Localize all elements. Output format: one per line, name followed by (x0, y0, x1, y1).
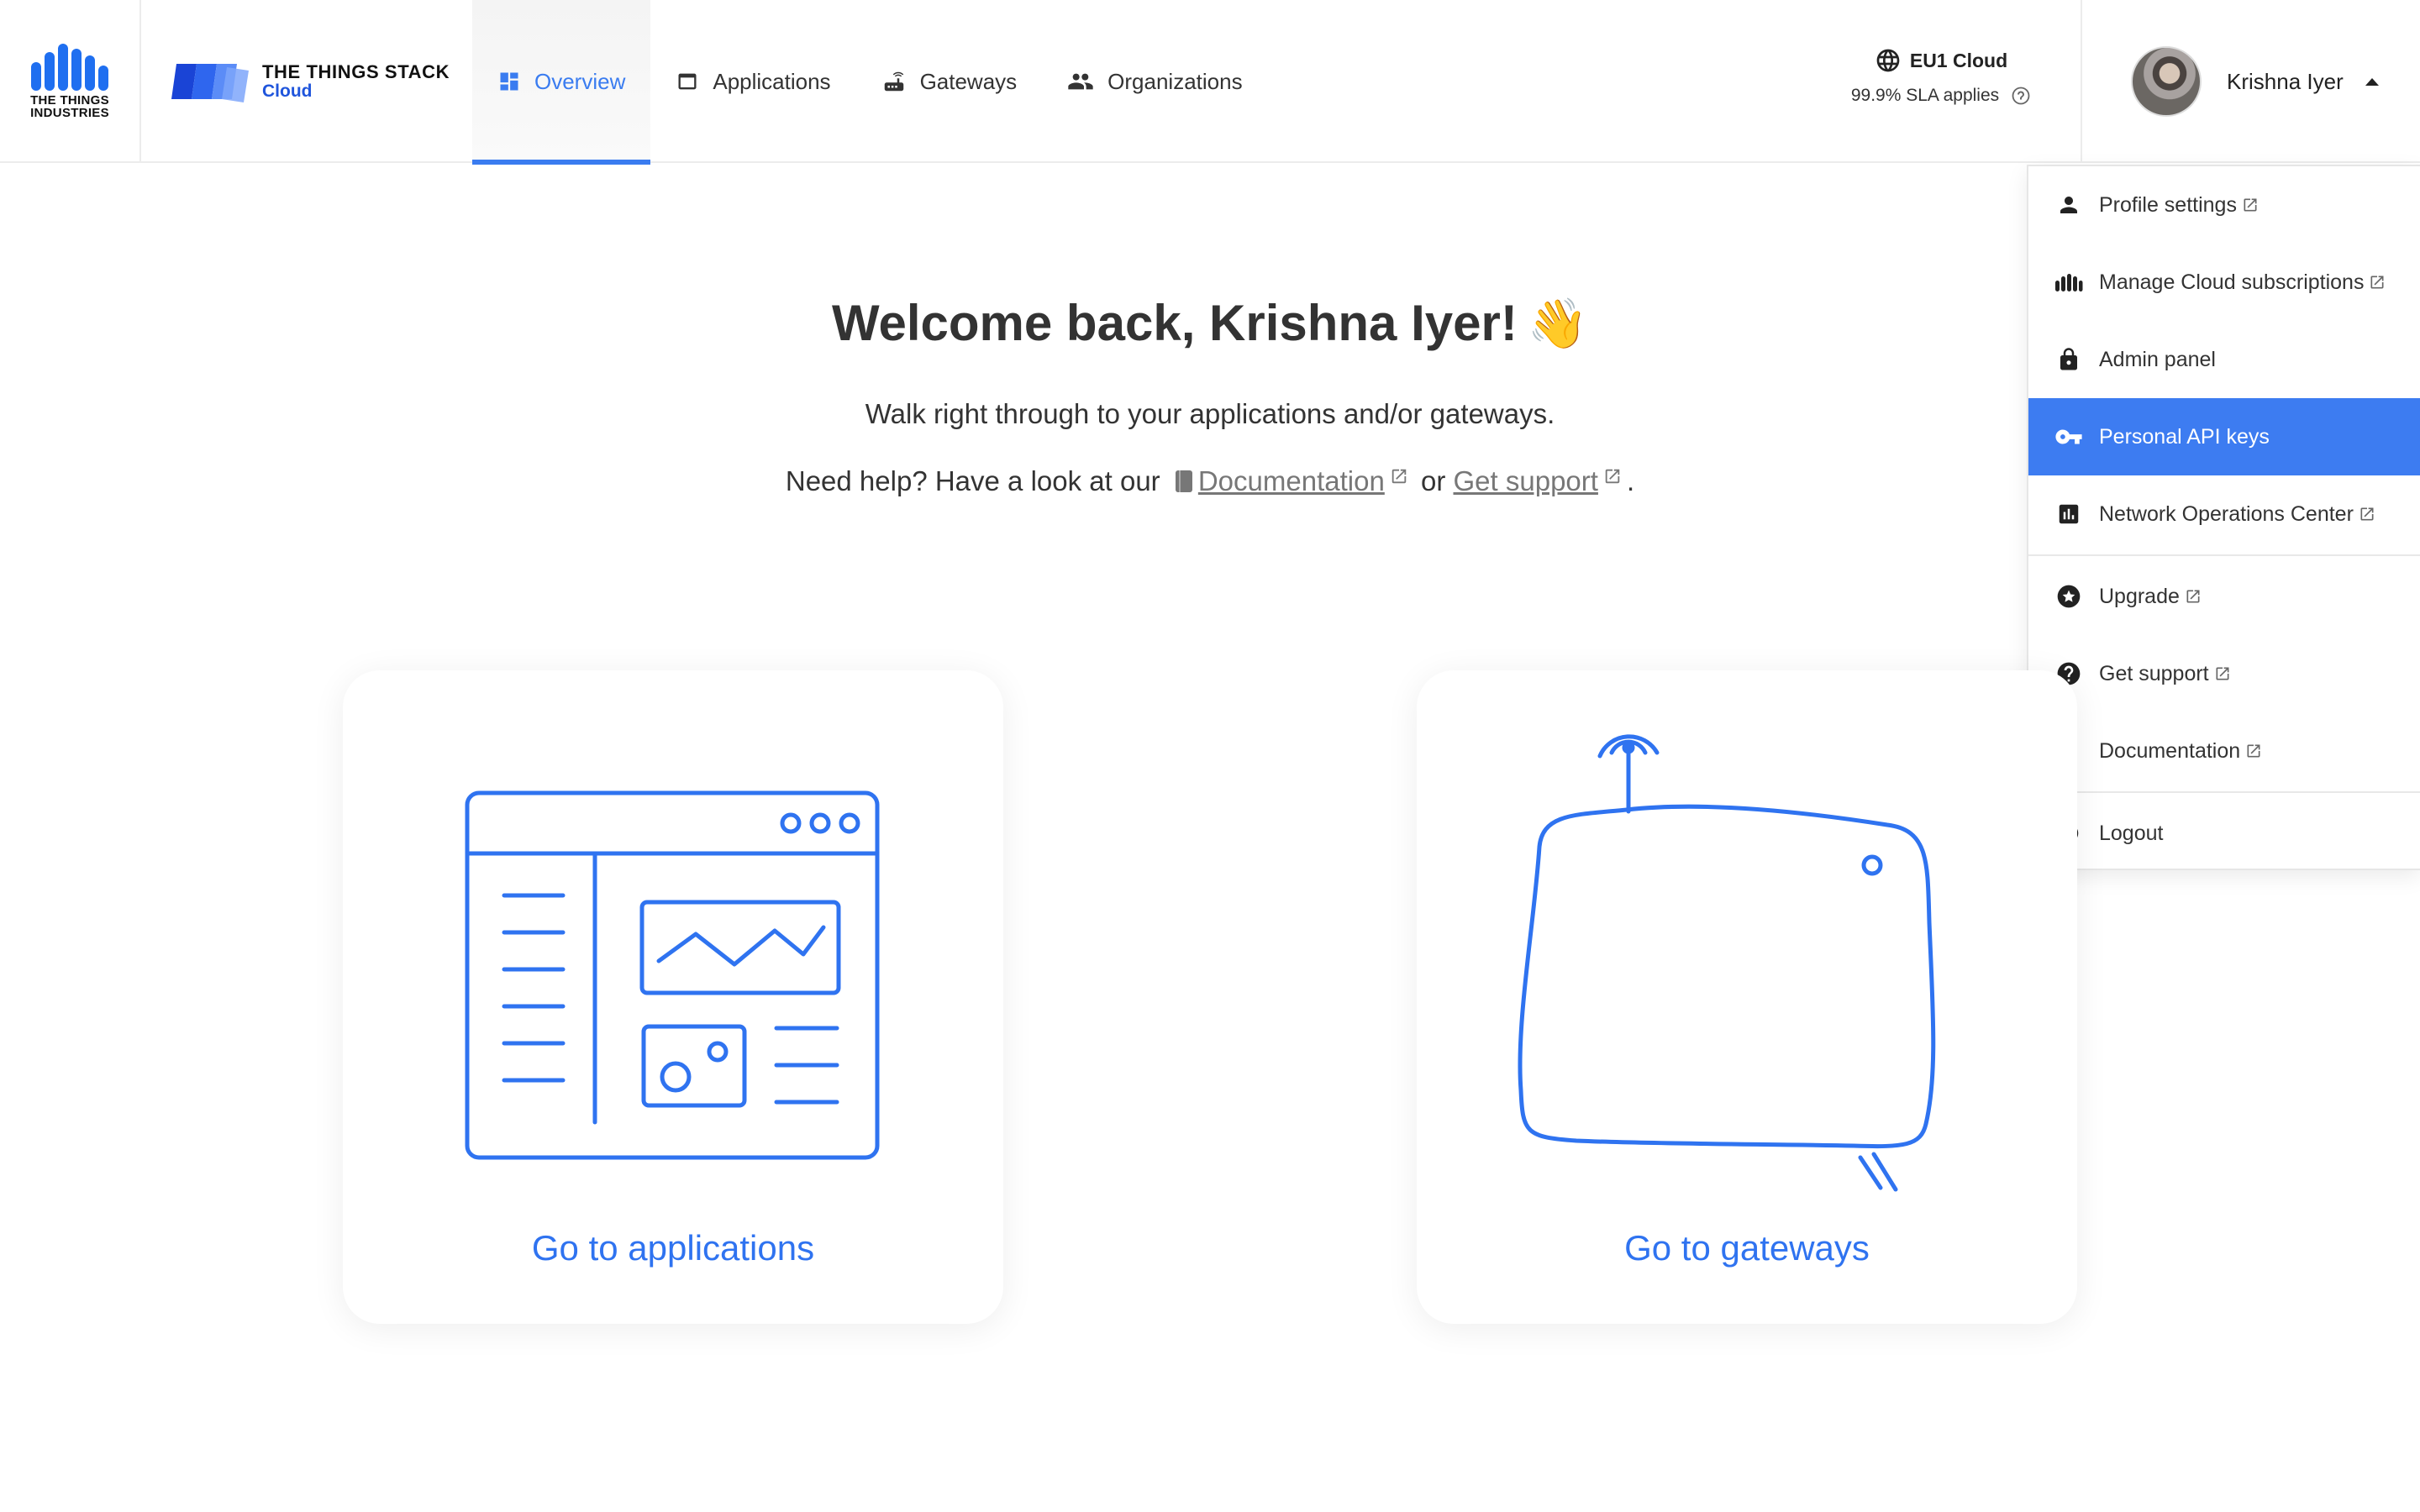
help-suffix: . (1626, 465, 1635, 496)
external-link-icon (2247, 744, 2260, 758)
stack-logo-icon (171, 64, 249, 102)
account-name: Krishna Iyer (2227, 68, 2344, 94)
chart-icon (2059, 504, 2079, 524)
person-icon (2060, 197, 2077, 213)
tti-logo-icon (31, 44, 108, 91)
menu-item-label: Profile settings (2099, 192, 2237, 217)
book-icon (1175, 470, 1192, 492)
external-link-icon (2360, 507, 2374, 521)
bars-icon (2055, 274, 2083, 291)
main-nav: Overview Applications Gateways Organizat… (472, 0, 1268, 165)
menu-item-logout[interactable]: Logout (2028, 795, 2420, 872)
help-or: or (1420, 465, 1446, 496)
menu-item-label: Manage Cloud subscriptions (2099, 270, 2365, 294)
menu-item-label: Documentation (2099, 738, 2241, 763)
window-icon (678, 73, 697, 90)
welcome-title-text: Welcome back, Krishna Iyer! (831, 295, 1518, 351)
menu-divider (2028, 554, 2420, 556)
external-link-icon (2186, 590, 2200, 603)
cluster-name: EU1 Cloud (1909, 49, 2008, 71)
menu-item-get-support[interactable]: Get support (2028, 635, 2420, 712)
nav-item-label: Overview (534, 68, 626, 94)
menu-item-profile-settings[interactable]: Profile settings (2028, 166, 2420, 244)
go-to-applications-label: Go to applications (531, 1228, 815, 1268)
go-to-gateways-card[interactable]: Go to gateways (1417, 670, 2077, 1324)
menu-divider (2028, 791, 2420, 793)
account-menu-toggle[interactable]: Krishna Iyer (2081, 0, 2420, 163)
caret-up-icon (2365, 77, 2379, 86)
menu-item-label: Get support (2099, 661, 2209, 685)
menu-item-label: Logout (2099, 821, 2164, 845)
page: THE THINGS INDUSTRIES THE THINGS STACK C… (0, 0, 2420, 1512)
external-link-icon (2244, 198, 2257, 212)
top-header: THE THINGS INDUSTRIES THE THINGS STACK C… (0, 0, 2420, 165)
people-icon (1068, 73, 1093, 90)
nav-item-label: Organizations (1107, 68, 1243, 94)
menu-item-documentation[interactable]: Documentation (2028, 712, 2420, 790)
nav-item-applications[interactable]: Applications (650, 0, 855, 163)
external-link-icon (1392, 469, 1407, 484)
star-circle-icon (2057, 585, 2081, 608)
documentation-link[interactable]: Documentation (1198, 465, 1385, 496)
external-link-icon (1605, 469, 1620, 484)
welcome-subtitle: Walk right through to your applications … (865, 398, 1555, 429)
account-dropdown-menu: Profile settings Manage Cloud subscripti… (2027, 165, 2420, 870)
nav-item-label: Gateways (919, 68, 1018, 94)
menu-item-upgrade[interactable]: Upgrade (2028, 558, 2420, 635)
nav-item-overview[interactable]: Overview (472, 0, 651, 165)
globe-icon (1876, 49, 1900, 72)
gateway-device-illustration (1518, 734, 1936, 1192)
welcome-heading: Welcome back, Krishna Iyer! 👋 (0, 294, 2420, 353)
tti-logo-text: THE THINGS INDUSTRIES (30, 93, 109, 120)
product-sub: Cloud (262, 81, 313, 101)
avatar (2131, 46, 2202, 117)
go-to-gateways-label: Go to gateways (1624, 1228, 1870, 1268)
nav-item-organizations[interactable]: Organizations (1042, 0, 1267, 163)
product-name: THE THINGS STACK (262, 61, 450, 82)
go-to-applications-card[interactable]: Go to applications (343, 670, 1003, 1324)
application-window-illustration (465, 790, 880, 1160)
sla-text: 99.9% SLA applies (1850, 86, 2000, 105)
menu-item-label: Network Operations Center (2099, 501, 2354, 526)
nav-item-gateways[interactable]: Gateways (856, 0, 1043, 163)
get-support-link[interactable]: Get support (1454, 465, 1598, 496)
external-link-icon (2216, 667, 2229, 680)
router-icon (884, 71, 903, 92)
menu-item-label: Upgrade (2099, 584, 2180, 608)
cluster-info: EU1 Cloud 99.9% SLA applies (1815, 47, 2067, 123)
the-things-stack-logo[interactable]: THE THINGS STACK Cloud (141, 0, 472, 163)
help-line: Need help? Have a look at our Documentat… (0, 465, 2420, 497)
help-prefix: Need help? Have a look at our (785, 465, 1160, 496)
external-link-icon (2370, 276, 2384, 289)
the-things-industries-logo[interactable]: THE THINGS INDUSTRIES (0, 0, 141, 163)
help-outline-icon[interactable] (2011, 86, 2031, 106)
nav-item-label: Applications (713, 68, 831, 94)
dashboard-icon (500, 72, 518, 91)
waving-hand-icon: 👋 (1527, 297, 1589, 351)
